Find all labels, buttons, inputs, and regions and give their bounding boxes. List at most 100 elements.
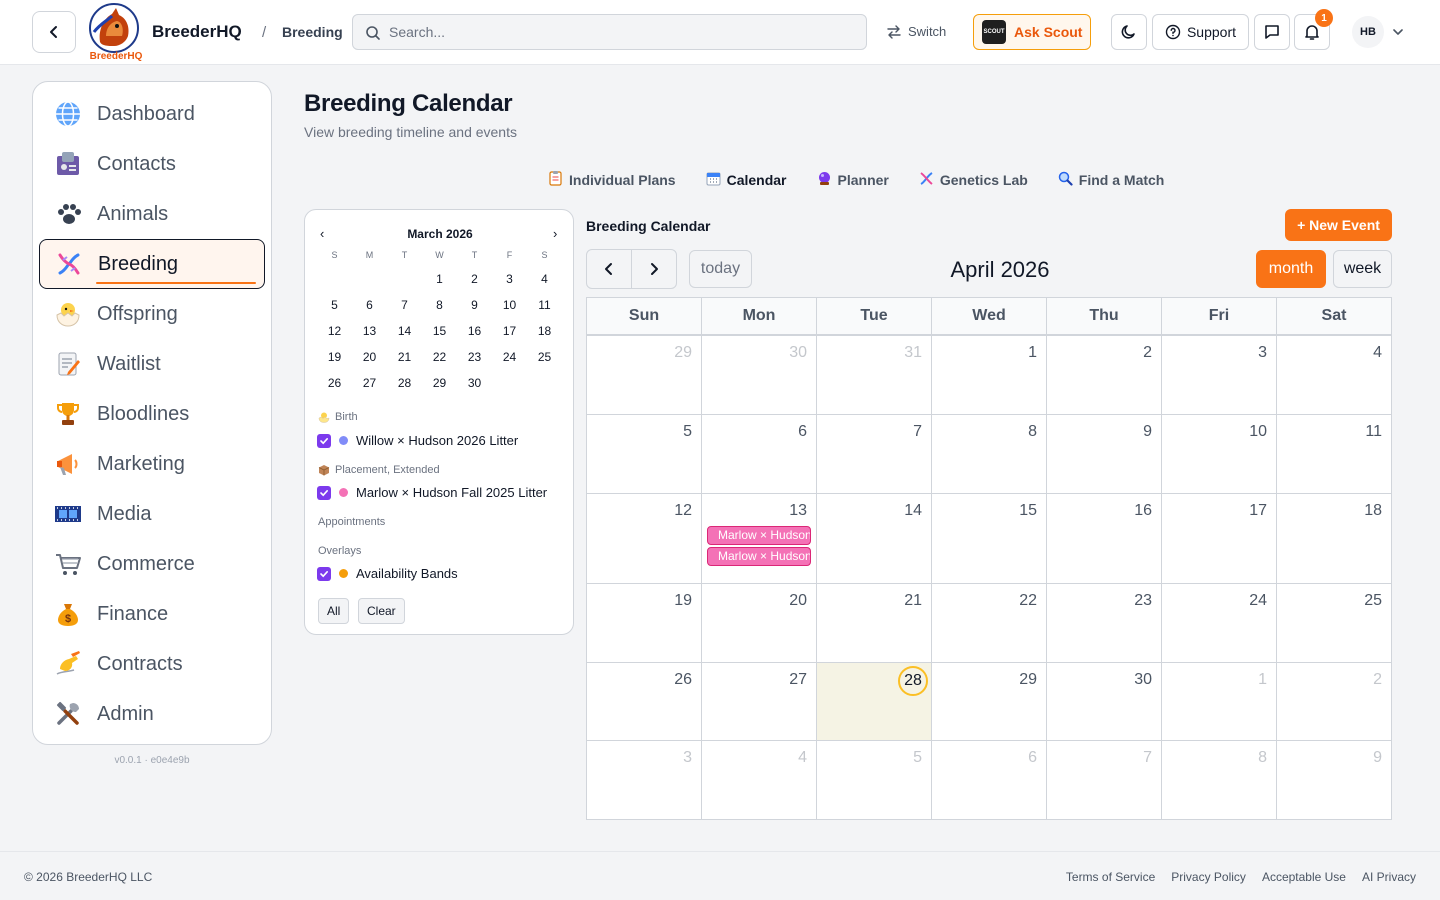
day-cell[interactable]: 8 <box>1162 741 1277 820</box>
day-cell[interactable]: 21 <box>817 584 932 663</box>
mini-day-cell[interactable]: 6 <box>352 292 387 318</box>
mini-day-cell[interactable]: 1 <box>422 266 457 292</box>
ask-scout-button[interactable]: SCOUT Ask Scout <box>973 14 1091 50</box>
day-cell[interactable]: 2 <box>1047 336 1162 415</box>
day-cell[interactable]: 7 <box>817 415 932 494</box>
day-number[interactable]: 6 <box>798 423 807 441</box>
day-number[interactable]: 9 <box>1143 423 1152 441</box>
mini-day-cell[interactable]: 3 <box>492 266 527 292</box>
week-view-button[interactable]: week <box>1333 250 1392 288</box>
breadcrumb-current[interactable]: Breeding <box>282 24 343 40</box>
day-number[interactable]: 22 <box>1019 592 1037 610</box>
day-cell[interactable]: 27 <box>702 663 817 741</box>
acceptable-use-link[interactable]: Acceptable Use <box>1262 870 1346 884</box>
day-cell[interactable]: 19 <box>587 584 702 663</box>
mini-day-cell[interactable]: 29 <box>422 370 457 396</box>
mini-day-cell[interactable]: 24 <box>492 344 527 370</box>
sidebar-item-finance[interactable]: $ Finance <box>33 589 271 639</box>
tab-planner[interactable]: Planner <box>817 170 889 189</box>
mini-next-button[interactable]: › <box>553 226 557 241</box>
checkbox[interactable] <box>317 485 331 500</box>
mini-day-cell[interactable]: 21 <box>387 344 422 370</box>
day-cell[interactable]: 3 <box>587 741 702 820</box>
select-all-button[interactable]: All <box>318 598 350 624</box>
sidebar-item-waitlist[interactable]: Waitlist <box>33 339 271 389</box>
day-cell[interactable]: 1 <box>1162 663 1277 741</box>
sidebar-item-dashboard[interactable]: Dashboard <box>33 89 271 139</box>
mini-day-cell[interactable]: 4 <box>527 266 562 292</box>
day-number[interactable]: 2 <box>1143 344 1152 362</box>
mini-day-cell[interactable]: 27 <box>352 370 387 396</box>
day-cell[interactable]: 3 <box>1162 336 1277 415</box>
day-cell[interactable]: 13 Marlow × Hudson Fall 2025 Litter Marlow… <box>702 494 817 584</box>
month-view-button[interactable]: month <box>1256 250 1326 288</box>
day-number[interactable]: 6 <box>1028 749 1037 767</box>
clear-button[interactable]: Clear <box>358 598 405 624</box>
messages-button[interactable] <box>1254 14 1290 50</box>
day-number[interactable]: 7 <box>1143 749 1152 767</box>
day-number[interactable]: 4 <box>1373 344 1382 362</box>
avatar[interactable]: HB <box>1352 16 1384 48</box>
day-cell[interactable]: 2 <box>1277 663 1392 741</box>
mini-day-cell[interactable]: 22 <box>422 344 457 370</box>
day-cell[interactable]: 4 <box>702 741 817 820</box>
legend-item-placement[interactable]: Marlow × Hudson Fall 2025 Litter <box>317 485 563 500</box>
day-number[interactable]: 25 <box>1364 592 1382 610</box>
day-number[interactable]: 12 <box>674 502 692 520</box>
day-cell[interactable]: 26 <box>587 663 702 741</box>
mini-day-cell[interactable]: 30 <box>457 370 492 396</box>
day-cell[interactable]: 9 <box>1277 741 1392 820</box>
mini-day-cell[interactable]: 2 <box>457 266 492 292</box>
day-cell[interactable]: 11 <box>1277 415 1392 494</box>
day-number[interactable]: 1 <box>1028 344 1037 362</box>
calendar-event[interactable]: Marlow × Hudson Fall 2025 Litter <box>707 547 811 566</box>
back-button[interactable] <box>32 11 76 53</box>
sidebar-item-marketing[interactable]: Marketing <box>33 439 271 489</box>
mini-prev-button[interactable]: ‹ <box>320 226 324 241</box>
today-button[interactable]: today <box>689 250 752 288</box>
tab-individual-plans[interactable]: Individual Plans <box>548 170 676 189</box>
day-number[interactable]: 30 <box>789 344 807 362</box>
day-cell[interactable]: 10 <box>1162 415 1277 494</box>
day-number[interactable]: 8 <box>1028 423 1037 441</box>
day-number[interactable]: 24 <box>1249 592 1267 610</box>
day-number[interactable]: 10 <box>1249 423 1267 441</box>
day-number[interactable]: 30 <box>1134 671 1152 689</box>
day-cell[interactable]: 24 <box>1162 584 1277 663</box>
checkbox[interactable] <box>317 433 331 448</box>
mini-day-cell[interactable]: 23 <box>457 344 492 370</box>
day-cell[interactable]: 5 <box>817 741 932 820</box>
day-number[interactable]: 26 <box>674 671 692 689</box>
mini-day-cell[interactable]: 7 <box>387 292 422 318</box>
day-number[interactable]: 20 <box>789 592 807 610</box>
calendar-event[interactable]: Marlow × Hudson Fall 2025 Litter <box>707 526 811 545</box>
day-cell[interactable]: 1 <box>932 336 1047 415</box>
day-number[interactable]: 18 <box>1364 502 1382 520</box>
day-cell[interactable]: 8 <box>932 415 1047 494</box>
search-box[interactable] <box>352 14 867 50</box>
prev-month-button[interactable] <box>586 249 632 289</box>
day-cell[interactable]: 6 <box>932 741 1047 820</box>
day-number[interactable]: 23 <box>1134 592 1152 610</box>
day-number[interactable]: 29 <box>674 344 692 362</box>
day-number[interactable]: 7 <box>913 423 922 441</box>
day-number[interactable]: 14 <box>904 502 922 520</box>
tab-find-a-match[interactable]: Find a Match <box>1058 170 1164 189</box>
day-cell[interactable]: 20 <box>702 584 817 663</box>
tab-genetics-lab[interactable]: Genetics Lab <box>919 170 1028 189</box>
day-number[interactable]: 9 <box>1373 749 1382 767</box>
day-number[interactable]: 3 <box>683 749 692 767</box>
day-number[interactable]: 16 <box>1134 502 1152 520</box>
day-number[interactable]: 1 <box>1258 671 1267 689</box>
sidebar-item-commerce[interactable]: Commerce <box>33 539 271 589</box>
day-cell[interactable]: 14 <box>817 494 932 584</box>
next-month-button[interactable] <box>631 249 677 289</box>
legend-item-availability[interactable]: Availability Bands <box>317 566 563 581</box>
sidebar-item-offspring[interactable]: Offspring <box>33 289 271 339</box>
terms-link[interactable]: Terms of Service <box>1066 870 1155 884</box>
day-number[interactable]: 11 <box>1365 423 1382 441</box>
day-cell[interactable]: 23 <box>1047 584 1162 663</box>
legend-item-birth[interactable]: Willow × Hudson 2026 Litter <box>317 433 563 448</box>
mini-day-cell[interactable]: 9 <box>457 292 492 318</box>
notifications-button[interactable]: 1 <box>1294 9 1333 50</box>
